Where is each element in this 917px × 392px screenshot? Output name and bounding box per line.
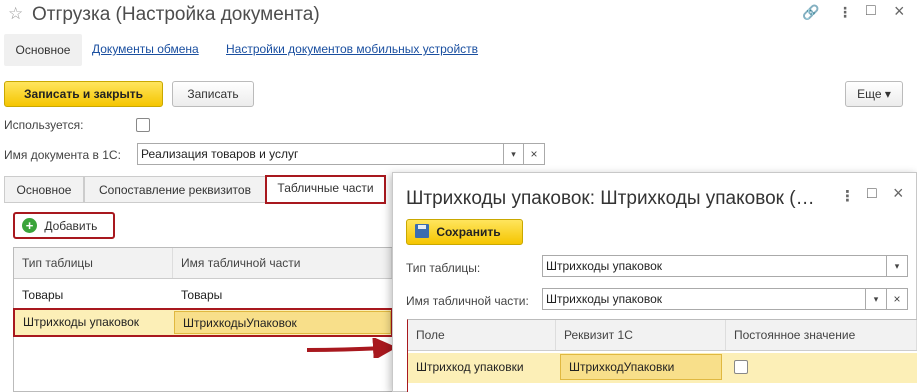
- more-label: Еще: [857, 87, 882, 101]
- more-button[interactable]: Еще ▾: [845, 81, 903, 107]
- dialog-save-label: Сохранить: [436, 225, 501, 239]
- dialog-type-label: Тип таблицы:: [406, 261, 481, 275]
- save-button[interactable]: Записать: [172, 81, 254, 107]
- cell-type: Товары: [22, 288, 64, 302]
- add-button[interactable]: + Добавить: [13, 212, 115, 239]
- dialog-menu-icon[interactable]: ⋮: [840, 187, 855, 205]
- dialog-fields-grid[interactable]: Поле Реквизит 1С Постоянное значение Штр…: [407, 319, 917, 392]
- cell-type: Штрихкоды упаковок: [23, 315, 140, 329]
- table-header: Тип таблицы Имя табличной части: [14, 248, 392, 279]
- more-menu-icon[interactable]: ⋮: [838, 4, 852, 21]
- dialog-name-clear-button[interactable]: ×: [886, 288, 908, 310]
- tab-main[interactable]: Основное: [4, 176, 84, 203]
- docname-label: Имя документа в 1С:: [4, 148, 121, 162]
- maximize-icon[interactable]: □: [866, 2, 876, 20]
- docname-clear-button[interactable]: ×: [523, 143, 545, 165]
- docname-input[interactable]: Реализация товаров и услуг: [137, 143, 504, 165]
- dialog-title: Штрихкоды упаковок: Штрихкоды упаковок (…: [406, 188, 815, 209]
- plus-icon: +: [22, 218, 37, 233]
- arrow-annotation-icon: [306, 338, 397, 358]
- docname-dropdown-button[interactable]: ▾: [503, 143, 524, 165]
- favorite-star-icon[interactable]: ☆: [8, 4, 23, 24]
- link-icon[interactable]: 🔗: [802, 4, 819, 21]
- nav-tab-mobile-settings[interactable]: Настройки документов мобильных устройств: [226, 42, 478, 56]
- nav-tab-exchange-docs[interactable]: Документы обмена: [92, 42, 199, 56]
- column-header-type[interactable]: Тип таблицы: [14, 248, 173, 278]
- dialog-close-icon[interactable]: ×: [893, 183, 904, 204]
- cell-attribute[interactable]: ШтрихкодУпаковки: [560, 354, 722, 380]
- table-row[interactable]: Товары Товары: [14, 281, 392, 309]
- used-checkbox[interactable]: [136, 118, 150, 132]
- column-header-attribute[interactable]: Реквизит 1С: [556, 320, 726, 350]
- table-row-selected[interactable]: Штрихкоды упаковок ШтрихкодыУпаковок: [13, 308, 393, 337]
- dialog-type-input[interactable]: Штрихкоды упаковок: [542, 255, 890, 277]
- nav-tab-main[interactable]: Основное: [4, 34, 82, 66]
- chevron-down-icon: ▾: [884, 87, 891, 101]
- dialog-table-header: Поле Реквизит 1С Постоянное значение: [408, 320, 917, 351]
- cell-attribute-wrap: ШтрихкодУпаковки: [556, 353, 726, 383]
- add-label: Добавить: [44, 219, 98, 233]
- column-header-constant[interactable]: Постоянное значение: [726, 320, 917, 350]
- cell-field: Штрихкод упаковки: [416, 360, 524, 374]
- dialog-type-dropdown-button[interactable]: ▾: [886, 255, 908, 277]
- column-header-field[interactable]: Поле: [408, 320, 556, 350]
- dialog-name-dropdown-button[interactable]: ▾: [865, 288, 887, 310]
- table-row[interactable]: Штрихкод упаковки ШтрихкодУпаковки: [408, 353, 917, 383]
- dialog-name-input[interactable]: Штрихкоды упаковок: [542, 288, 868, 310]
- cell-name: Товары: [181, 288, 223, 302]
- save-and-close-button[interactable]: Записать и закрыть: [4, 81, 163, 107]
- tab-table-parts[interactable]: Табличные части: [265, 175, 386, 204]
- dialog-save-button[interactable]: Сохранить: [406, 219, 523, 245]
- cell-name[interactable]: ШтрихкодыУпаковок: [174, 311, 391, 334]
- window-title: Отгрузка (Настройка документа): [32, 4, 320, 25]
- used-label: Используется:: [4, 118, 84, 132]
- dialog-name-label: Имя табличной части:: [406, 294, 529, 308]
- column-header-name[interactable]: Имя табличной части: [173, 248, 392, 278]
- constant-checkbox[interactable]: [734, 360, 748, 374]
- cell-constant: [726, 353, 917, 383]
- close-icon[interactable]: ×: [894, 1, 905, 22]
- dialog-maximize-icon[interactable]: □: [867, 185, 877, 203]
- table-part-dialog: Штрихкоды упаковок: Штрихкоды упаковок (…: [392, 172, 917, 392]
- floppy-disk-icon: [415, 224, 429, 238]
- tab-attribute-mapping[interactable]: Сопоставление реквизитов: [84, 176, 266, 203]
